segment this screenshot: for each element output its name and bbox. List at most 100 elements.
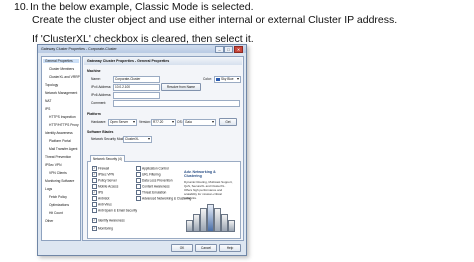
os-label: OS: (177, 120, 183, 124)
instruction-line-2: Create the cluster object and use either… (32, 14, 398, 26)
blade-label: Mobile Access (98, 184, 119, 189)
checkbox-box[interactable]: ✓ (92, 218, 97, 223)
checkbox-box[interactable] (92, 178, 97, 183)
color-label: Color: (203, 77, 212, 81)
blade-checkbox[interactable]: ✓ Identity Awareness (92, 218, 125, 223)
blade-checkbox[interactable]: Application Control (136, 166, 169, 171)
checkbox-box[interactable] (136, 196, 141, 201)
blade-label: Policy Server (98, 178, 117, 183)
blade-label: Data Loss Prevention (142, 178, 173, 183)
network-security-mode-label: Network Security Mode: (91, 137, 126, 141)
blade-label: IPS (98, 190, 104, 195)
tree-item[interactable]: Mail Transfer Agent (49, 147, 77, 151)
blade-label: IPSec VPN (98, 172, 114, 177)
blade-checkbox[interactable]: Data Loss Prevention (136, 178, 172, 183)
tree-item[interactable]: Monitoring Software (45, 179, 74, 183)
name-field[interactable]: Corporate-Cluster (113, 76, 160, 83)
software-blades-tab-panel: Network Security (4) ✓ Firewall ✓ IPSec VP… (87, 155, 241, 239)
blade-label: Identity Awareness (98, 218, 125, 223)
checkbox-box[interactable]: ✓ (92, 226, 97, 231)
checkbox-box[interactable] (136, 190, 141, 195)
blade-server-illustration (184, 204, 235, 234)
ipv6-field[interactable] (113, 92, 160, 99)
checkbox-box[interactable]: ✓ (92, 166, 97, 171)
tree-item[interactable]: ClusterXL and VRRP (49, 75, 80, 79)
checkbox-box[interactable] (136, 178, 141, 183)
tree-item[interactable]: Optimizations (49, 203, 69, 207)
tree-item[interactable]: Network Management (45, 91, 77, 95)
tree-item[interactable]: Logs (45, 187, 52, 191)
checkbox-box[interactable] (136, 166, 141, 171)
blade-checkbox[interactable]: Anti-Virus (92, 202, 112, 207)
checkbox-box[interactable] (92, 208, 97, 213)
hardware-label: Hardware: (91, 120, 107, 124)
checkbox-box[interactable] (92, 196, 97, 201)
color-swatch (216, 77, 220, 81)
help-button[interactable]: Help (219, 244, 241, 252)
minimize-button[interactable]: – (215, 46, 224, 53)
name-label: Name: (91, 77, 101, 81)
tree-item[interactable]: HTTP/HTTPS Proxy (49, 123, 79, 127)
tree-item[interactable]: Fetch Policy (49, 195, 67, 199)
tree-item[interactable]: IPS (45, 107, 50, 111)
get-button[interactable]: Get (219, 118, 237, 126)
color-select[interactable]: Sky Blue (214, 76, 241, 83)
tree-item[interactable]: Topology (45, 83, 58, 87)
blade-checkbox[interactable]: URL Filtering (136, 172, 160, 177)
checkbox-box[interactable]: ✓ (92, 190, 97, 195)
checkbox-box[interactable] (136, 172, 141, 177)
blade-checkbox[interactable]: Advanced Networking & Clustering (136, 196, 191, 201)
tree-item[interactable]: Other (45, 219, 53, 223)
tree-item[interactable]: Threat Prevention (45, 155, 71, 159)
blade-checkbox[interactable]: ✓ Monitoring (92, 226, 113, 231)
blade-checkbox[interactable]: ✓ Firewall (92, 166, 109, 171)
tree-item[interactable]: VPN Clients (49, 171, 67, 175)
ok-button[interactable]: OK (171, 244, 193, 252)
blade-info-text: Dynamic Routing, Multicast Support, QoS,… (184, 180, 233, 200)
blade-info-panel: Adv. Networking & Clustering Dynamic Rou… (184, 170, 235, 234)
checkbox-box[interactable] (92, 184, 97, 189)
blade-checkbox[interactable]: Mobile Access (92, 184, 118, 189)
blade-checkbox[interactable]: ✓ IPS (92, 190, 103, 195)
window-title: Gateway Cluster Properties - Corporate-C… (41, 47, 117, 51)
cancel-button[interactable]: Cancel (195, 244, 217, 252)
blade-info-title: Adv. Networking & Clustering (184, 170, 216, 178)
blade-checkbox[interactable]: Anti-Bot (92, 196, 109, 201)
tree-item[interactable]: IPSec VPN (45, 163, 62, 167)
blade-checkbox[interactable]: ✓ IPSec VPN (92, 172, 114, 177)
ipv4-field[interactable]: 10.0.2.100 (113, 84, 160, 91)
blade-label: Anti-Bot (98, 196, 110, 201)
blade-checkbox[interactable]: Anti-Spam & Email Security (92, 208, 137, 213)
blade-label: Firewall (98, 166, 109, 171)
blade-label: Monitoring (98, 226, 113, 231)
checkbox-box[interactable]: ✓ (92, 172, 97, 177)
platform-section-label: Platform (87, 112, 101, 116)
tree-item[interactable]: HTTPS Inspection (49, 115, 76, 119)
version-select[interactable]: R77.20 (151, 119, 176, 126)
tree-item[interactable]: Hit Count (49, 211, 63, 215)
checkbox-box[interactable] (136, 184, 141, 189)
tree-item[interactable]: Cluster Members (49, 67, 74, 71)
checkbox-box[interactable] (92, 202, 97, 207)
blade-label: Threat Emulation (142, 190, 167, 195)
blade-checkbox[interactable]: Content Awareness (136, 184, 170, 189)
step-number: 10. (14, 1, 29, 13)
network-security-mode-select[interactable]: ClusterXL (123, 136, 152, 143)
tab-network-security[interactable]: Network Security (4) (90, 155, 125, 162)
machine-section-label: Machine (87, 69, 101, 73)
tree-item[interactable]: General Properties (43, 59, 79, 63)
tree-item[interactable]: Identity Awareness (45, 131, 73, 135)
blade-checkbox[interactable]: Threat Emulation (136, 190, 166, 195)
pane-header: Gateway Cluster Properties - General Pro… (84, 58, 242, 65)
comment-field[interactable] (113, 100, 240, 107)
tree-item[interactable]: NAT (45, 99, 51, 103)
os-select[interactable]: Gaia (183, 119, 216, 126)
maximize-button[interactable]: □ (224, 46, 233, 53)
tree-item[interactable]: Platform Portal (49, 139, 71, 143)
resolve-from-name-button[interactable]: Resolve from Name (161, 83, 201, 91)
general-properties-pane: Gateway Cluster Properties - General Pro… (82, 56, 244, 241)
close-button[interactable]: ✕ (234, 46, 243, 53)
ipv4-label: IPv4 Address: (91, 85, 112, 89)
blade-checkbox[interactable]: Policy Server (92, 178, 117, 183)
hardware-select[interactable]: Open Server (108, 119, 137, 126)
